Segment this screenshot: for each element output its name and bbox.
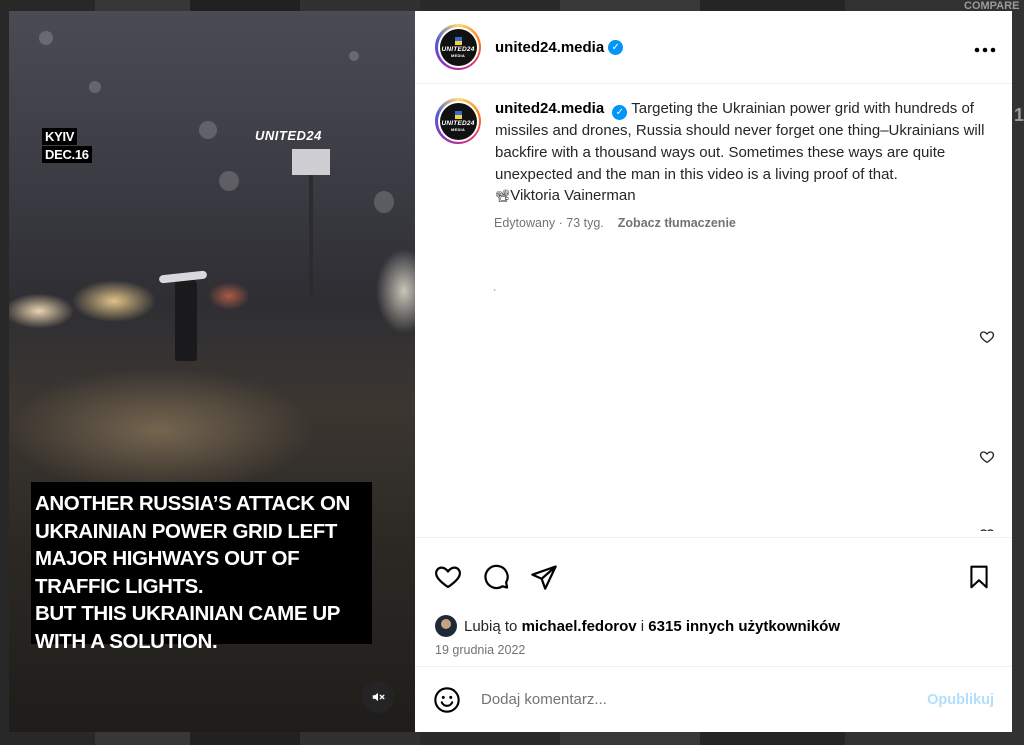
comment-button[interactable]: [481, 562, 511, 592]
avatar-text: UNITED24: [441, 45, 475, 53]
liker-avatar[interactable]: [435, 615, 457, 637]
header-username[interactable]: united24.media: [495, 39, 604, 56]
comment-bar: Opublikuj: [415, 666, 1012, 732]
avatar-text: UNITED24: [441, 119, 475, 127]
avatar-border: UNITED24 MEDIA: [437, 100, 479, 142]
rain-drop: [374, 191, 394, 213]
video-caption-line: TRAFFIC LIGHTS.: [35, 574, 204, 598]
rain-drop: [219, 171, 239, 191]
video-brand-overlay: UNITED24: [255, 128, 322, 143]
video-city-label: KYIV: [42, 128, 78, 145]
likes-joiner: i: [640, 617, 645, 635]
sign-pole: [309, 175, 313, 295]
comment-like-heart-icon[interactable]: [979, 449, 995, 465]
rain-drop: [349, 51, 359, 61]
post-caption: UNITED24 MEDIA united24.media ✓ Targetin…: [415, 84, 1012, 208]
rain-drop: [39, 31, 53, 45]
video-caption-line: BUT THIS UKRAINIAN CAME UP: [35, 602, 341, 625]
avatar-subtext: MEDIA: [451, 126, 465, 132]
flag-icon: [454, 36, 462, 45]
road-sign: [292, 149, 330, 175]
more-horizontal-icon: [974, 47, 996, 52]
backdrop-edge-numeral: 1: [1014, 105, 1024, 125]
caption-story-ring[interactable]: UNITED24 MEDIA: [435, 98, 481, 144]
post-header: UNITED24 MEDIA united24.media ✓: [415, 11, 1012, 84]
caption-username[interactable]: united24.media: [495, 100, 604, 117]
comments-area[interactable]: UNITED24 MEDIA united24.media ✓ Targetin…: [415, 84, 1012, 537]
share-button[interactable]: [529, 562, 559, 592]
publish-button[interactable]: Opublikuj: [927, 692, 994, 708]
rain-drop: [199, 121, 217, 139]
bookmark-icon: [970, 565, 988, 588]
stray-mark: `: [493, 289, 497, 300]
video-caption-line: MAJOR HIGHWAYS OUT OF: [35, 547, 300, 570]
action-bar: [415, 537, 1012, 615]
likes-count[interactable]: 6315 innych użytkowników: [648, 618, 840, 635]
likes-summary[interactable]: Lubią to michael.fedorov i 6315 innych u…: [415, 615, 1012, 637]
person-figure: [175, 276, 197, 361]
caption-text: united24.media ✓ Targeting the Ukrainian…: [495, 98, 985, 208]
mute-button[interactable]: [362, 681, 394, 713]
more-options-button[interactable]: [974, 37, 996, 58]
video-caption-line: UKRAINIAN POWER GRID LEFT: [35, 519, 338, 543]
liker-username[interactable]: michael.fedorov: [522, 618, 637, 635]
video-credit-icon: 📽: [495, 189, 511, 204]
comment-icon: [484, 564, 509, 589]
like-button[interactable]: [433, 562, 463, 592]
emoji-icon[interactable]: [433, 686, 461, 714]
avatar-border: UNITED24 MEDIA: [437, 26, 479, 68]
comment-input[interactable]: [481, 691, 928, 708]
share-icon: [531, 564, 557, 590]
verified-badge-icon: ✓: [612, 105, 628, 121]
heart-icon: [435, 566, 461, 588]
story-ring[interactable]: UNITED24 MEDIA: [435, 24, 481, 70]
post-date: 19 grudnia 2022: [435, 643, 526, 657]
video-date-label: DEC.16: [42, 146, 92, 163]
avatar: UNITED24 MEDIA: [439, 28, 477, 66]
save-button[interactable]: [964, 562, 994, 592]
video-caption-line: ANOTHER RUSSIA’S ATTACK ON: [35, 492, 350, 515]
likes-prefix: Lubią to: [464, 617, 518, 635]
post-sidebar: UNITED24 MEDIA united24.media ✓ UNITED24…: [415, 11, 1012, 732]
comment-like-heart-icon[interactable]: [979, 329, 995, 345]
edited-timestamp: Edytowany · 73 tyg.: [494, 216, 604, 231]
scroll-fade: [415, 531, 1012, 537]
post-modal: KYIV DEC.16 UNITED24 ANOTHER RUSSIA’S AT…: [9, 11, 1012, 732]
verified-badge-icon: ✓: [608, 39, 624, 55]
caption-avatar: UNITED24 MEDIA: [439, 102, 477, 140]
post-video[interactable]: KYIV DEC.16 UNITED24 ANOTHER RUSSIA’S AT…: [9, 11, 415, 732]
video-credit: Viktoria Vainerman: [510, 187, 636, 205]
flag-icon: [454, 110, 462, 119]
avatar-subtext: MEDIA: [451, 52, 465, 58]
video-caption-box: ANOTHER RUSSIA’S ATTACK ON UKRAINIAN POW…: [31, 482, 372, 653]
see-translation-link[interactable]: Zobacz tłumaczenie: [618, 216, 736, 230]
caption-meta: Edytowany · 73 tyg. Zobacz tłumaczenie: [494, 216, 1012, 230]
speaker-muted-icon: [372, 692, 385, 702]
video-caption-line: WITH A SOLUTION.: [35, 629, 218, 653]
rain-drop: [89, 81, 101, 93]
